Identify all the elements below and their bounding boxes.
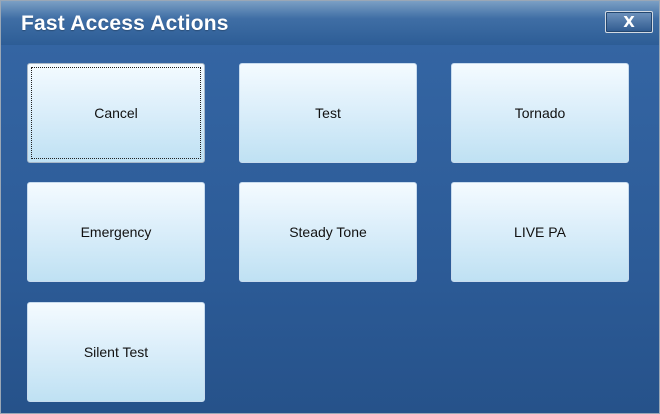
silent-test-button-label: Silent Test — [83, 344, 149, 360]
test-button-label: Test — [315, 105, 341, 121]
window-title: Fast Access Actions — [21, 12, 229, 35]
title-bar[interactable]: Fast Access Actions X — [1, 1, 659, 45]
cancel-button[interactable]: Cancel — [27, 63, 205, 163]
silent-test-button[interactable]: Silent Test — [27, 302, 205, 402]
actions-panel: Cancel Test Tornado Emergency Steady Ton… — [1, 45, 659, 413]
tornado-button-label: Tornado — [514, 105, 566, 121]
steady-tone-button[interactable]: Steady Tone — [239, 182, 417, 282]
steady-tone-button-label: Steady Tone — [289, 224, 367, 240]
tornado-button[interactable]: Tornado — [451, 63, 629, 163]
emergency-button[interactable]: Emergency — [27, 182, 205, 282]
test-button[interactable]: Test — [239, 63, 417, 163]
close-icon: X — [623, 12, 635, 31]
fast-access-actions-dialog: Fast Access Actions X Cancel Test Tornad… — [0, 0, 660, 414]
emergency-button-label: Emergency — [80, 224, 152, 240]
cancel-button-label: Cancel — [94, 105, 138, 121]
live-pa-button[interactable]: LIVE PA — [451, 182, 629, 282]
close-button[interactable]: X — [605, 11, 653, 33]
live-pa-button-label: LIVE PA — [514, 224, 566, 240]
